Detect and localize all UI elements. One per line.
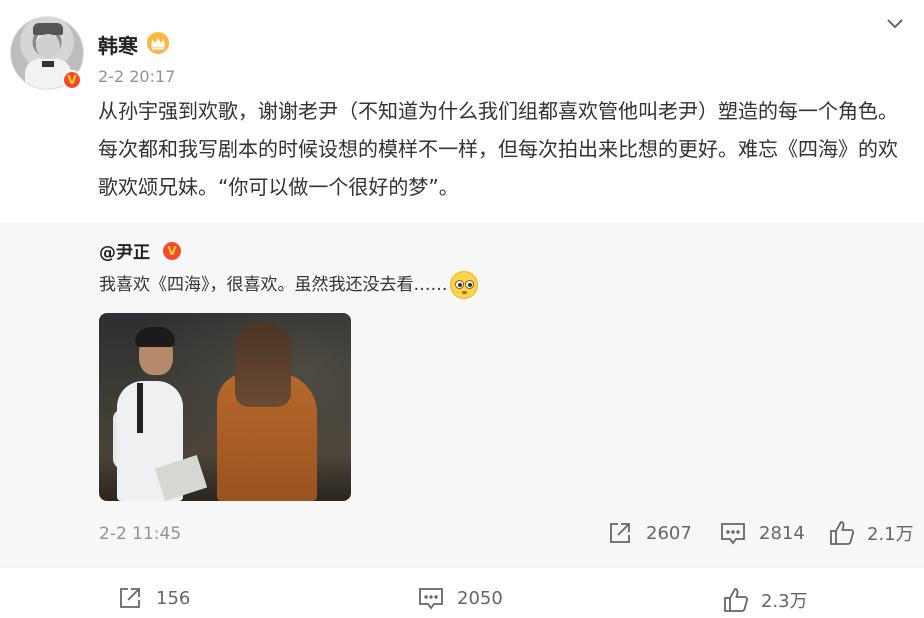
post-timestamp[interactable]: 2-2 20:17 [98,67,175,86]
like-button[interactable]: 2.3万 [723,586,808,614]
weibo-post-card: V 韩寒 2-2 20:17 从孙宇强到欢歌，谢谢老尹（不知道为什么我们组都喜欢… [0,0,924,618]
comment-icon [419,588,443,610]
comment-button[interactable]: 2050 [417,584,503,612]
repost-comment-count: 2814 [759,522,805,544]
share-count: 156 [156,587,191,609]
repost-timestamp[interactable]: 2-2 11:45 [99,524,181,544]
flushed-face-emoji-icon [449,271,478,299]
avatar-face [36,34,60,58]
chevron-down-icon[interactable] [884,12,906,34]
share-button[interactable]: 156 [116,584,190,612]
repost-image[interactable] [99,313,351,501]
share-icon [610,523,630,543]
thumbs-up-icon [724,588,749,612]
author-name[interactable]: 韩寒 [98,30,138,59]
avatar-bow [42,61,54,67]
verified-v-icon: V [62,70,82,90]
repost-like-button[interactable]: 2.1万 [829,519,914,547]
vip-crown-icon[interactable] [147,32,169,54]
repost-text-content: 我喜欢《四海》，很喜欢。虽然我还没去看…… [99,275,448,295]
repost-comment-button[interactable]: 2814 [719,519,805,547]
repost-like-count: 2.1万 [867,524,914,545]
post-body-text: 从孙宇强到欢歌，谢谢老尹（不知道为什么我们组都喜欢管他叫老尹）塑造的每一个角色。… [98,99,898,199]
comment-icon [721,523,745,545]
repost-body-text: 我喜欢《四海》，很喜欢。虽然我还没去看…… [99,271,478,299]
thumbs-up-icon [830,521,855,545]
repost-author-name[interactable]: @尹正 [99,238,150,263]
share-icon [120,588,140,608]
comment-count: 2050 [457,587,503,609]
repost-card[interactable]: @尹正 V 我喜欢《四海》，很喜欢。虽然我还没去看…… 2-2 11:45 26… [0,223,924,567]
repost-share-button[interactable]: 2607 [606,519,692,547]
divider [0,567,924,568]
like-count: 2.3万 [761,591,808,612]
repost-share-count: 2607 [646,522,692,544]
verified-v-icon: V [161,240,183,262]
